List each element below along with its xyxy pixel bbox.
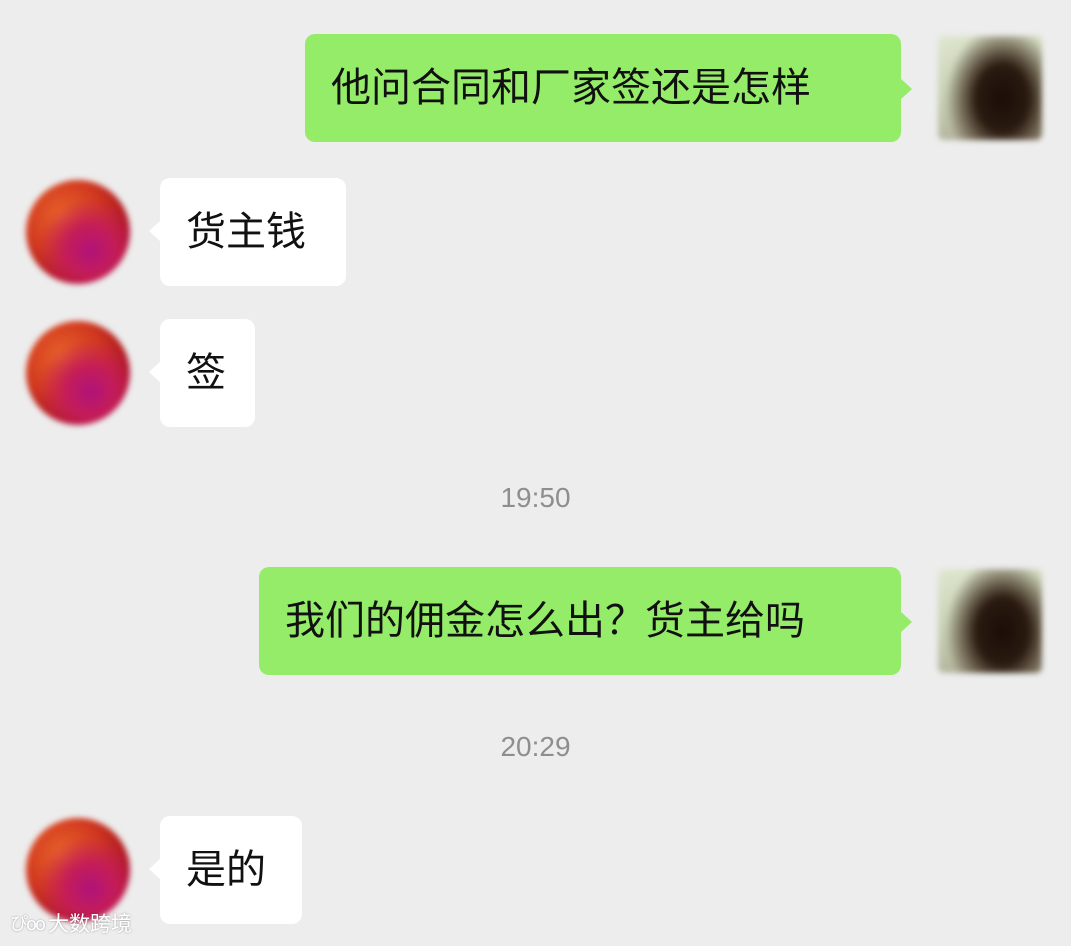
message-text: 他问合同和厂家签还是怎样: [331, 65, 811, 111]
watermark-logo-icon: ぴoo: [10, 914, 46, 935]
self-avatar[interactable]: [938, 569, 1042, 673]
contact-avatar[interactable]: [26, 180, 130, 284]
self-avatar[interactable]: [938, 36, 1042, 140]
chat-window: 他问合同和厂家签还是怎样 货主钱 签 19:50 我们的佣金怎么出？货主给吗 2…: [0, 0, 1071, 946]
timestamp: 20:29: [500, 731, 571, 762]
message-text: 我们的佣金怎么出？货主给吗: [285, 598, 805, 644]
message-text: 货主钱: [186, 209, 306, 255]
message-bubble-other[interactable]: 货主钱: [160, 178, 346, 286]
bubble-tail: [900, 78, 912, 100]
message-bubble-self[interactable]: 他问合同和厂家签还是怎样: [305, 34, 901, 142]
message-bubble-other[interactable]: 签: [160, 319, 255, 427]
message-text: 签: [186, 350, 226, 396]
contact-avatar[interactable]: [26, 818, 130, 922]
timestamp: 19:50: [500, 482, 571, 513]
message-bubble-self[interactable]: 我们的佣金怎么出？货主给吗: [259, 567, 901, 675]
watermark-text: 大数跨境: [48, 912, 133, 936]
watermark: ぴoo 大数跨境: [10, 908, 132, 938]
contact-avatar[interactable]: [26, 321, 130, 425]
bubble-tail: [900, 611, 912, 633]
message-text: 是的: [186, 847, 266, 893]
message-bubble-other[interactable]: 是的: [160, 816, 302, 924]
